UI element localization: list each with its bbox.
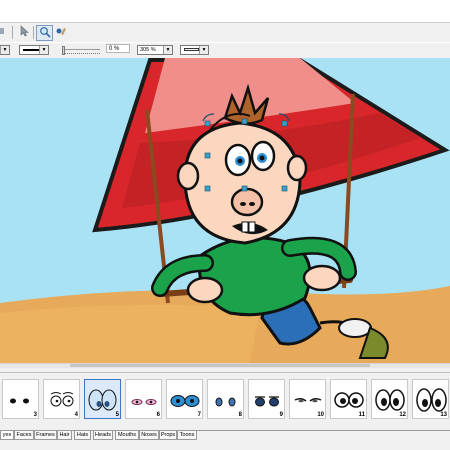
eye-style-cell-8[interactable]: 8 [207, 379, 244, 419]
line-style-combo[interactable]: ▼ [19, 45, 49, 55]
chevron-down-icon: ▼ [199, 46, 208, 54]
tab-hats[interactable]: Hats [74, 431, 91, 440]
opacity-value: 0 % [106, 44, 130, 53]
tab-toons[interactable]: Toons [177, 431, 197, 440]
eye-style-cell-11[interactable]: 11 [330, 379, 367, 419]
cell-number: 12 [399, 412, 406, 418]
pointer-icon [18, 25, 30, 39]
eye-style-cell-3[interactable]: 3 [2, 379, 39, 419]
eye-style-cell-9[interactable]: 9 [248, 379, 285, 419]
eye-style-cell-5[interactable]: 5 [84, 379, 121, 419]
zoom-tool-button[interactable] [36, 25, 53, 41]
cell-number: 7 [197, 412, 201, 418]
eye-style-cell-12[interactable]: 12 [371, 379, 408, 419]
cell-number: 4 [74, 412, 78, 418]
category-tabs: yes Faces Frames Hair Hats Heads Mouths … [0, 430, 450, 441]
tab-eyes[interactable]: yes [0, 431, 14, 440]
tab-faces[interactable]: Faces [14, 431, 34, 440]
hand-icon [55, 25, 67, 39]
scrollbar-thumb[interactable] [70, 364, 370, 367]
tab-heads[interactable]: Heads [93, 431, 113, 440]
tab-props[interactable]: Props [159, 431, 177, 440]
tool-button-partial[interactable] [0, 25, 9, 39]
tab-frames[interactable]: Frames [34, 431, 57, 440]
cartoon-scene [0, 58, 450, 363]
toolbar-separator [33, 26, 34, 39]
tab-noses[interactable]: Noses [139, 431, 159, 440]
eye-style-cell-7[interactable]: 7 [166, 379, 203, 419]
cell-number: 8 [238, 412, 242, 418]
chevron-down-icon: ▼ [39, 46, 48, 54]
eye-style-cell-4[interactable]: 4 [43, 379, 80, 419]
zoom-value: 305 % [140, 47, 156, 53]
title-area [0, 0, 450, 23]
cell-number: 9 [279, 412, 283, 418]
frame-style-combo[interactable]: ▼ [180, 45, 209, 55]
pointer-tool-button[interactable] [16, 25, 31, 39]
cell-number: 10 [317, 412, 324, 418]
frame-style-swatch [184, 48, 199, 51]
chevron-down-icon: ▼ [163, 46, 172, 54]
hand-tool-button[interactable] [53, 25, 68, 39]
tab-hair[interactable]: Hair [57, 431, 72, 440]
tool-toolbar [0, 25, 450, 41]
zoom-combo[interactable]: 305 % ▼ [137, 45, 173, 55]
cell-number: 11 [358, 412, 365, 418]
eye-style-cell-13[interactable]: 13 [412, 379, 449, 419]
cell-number: 5 [115, 412, 119, 418]
toolbar-separator [12, 26, 13, 39]
left-combo[interactable]: ▼ [0, 45, 10, 55]
cell-number: 6 [156, 412, 160, 418]
zoom-icon [39, 26, 51, 40]
eye-styles-strip: 3 4 5 6 7 8 9 10 11 12 13 [0, 372, 450, 425]
eye-style-cell-6[interactable]: 6 [125, 379, 162, 419]
opacity-slider[interactable] [62, 46, 100, 55]
tool-icon [0, 26, 7, 38]
horizontal-scrollbar[interactable] [0, 363, 450, 368]
tab-mouths[interactable]: Mouths [115, 431, 139, 440]
drawing-canvas[interactable] [0, 58, 450, 363]
eye-style-cell-10[interactable]: 10 [289, 379, 326, 419]
line-style-swatch [23, 49, 40, 51]
cell-number: 3 [33, 412, 37, 418]
cell-number: 13 [440, 412, 447, 418]
chevron-down-icon: ▼ [0, 46, 9, 54]
